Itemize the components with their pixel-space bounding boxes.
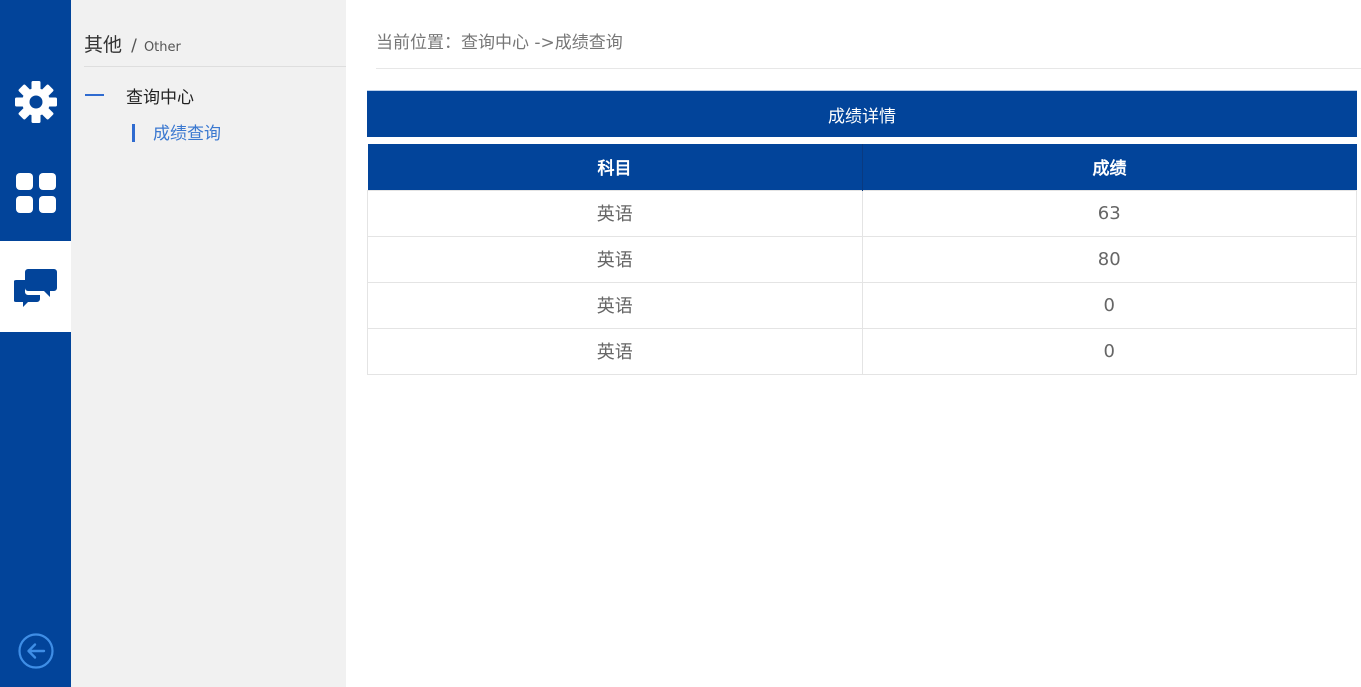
cell-score: 0 — [861, 281, 1357, 329]
back-button[interactable] — [0, 633, 71, 673]
sidebar-header: 其他 / Other — [84, 30, 346, 67]
icon-rail — [0, 0, 71, 687]
sidebar-subtitle: Other — [143, 40, 181, 55]
sidebar-group-query-center[interactable]: 查询中心 — [85, 82, 335, 108]
table-header-row: 科目 成绩 — [367, 144, 1357, 190]
column-header-subject: 科目 — [367, 144, 863, 190]
panel-title: 成绩详情 — [367, 90, 1357, 137]
sidebar-item-label: 成绩查询 — [153, 123, 221, 144]
cell-subject: 英语 — [367, 281, 863, 329]
cell-score: 80 — [861, 235, 1357, 283]
rail-item-apps[interactable] — [0, 147, 71, 238]
cell-subject: 英语 — [367, 327, 863, 375]
back-arrow-icon — [17, 632, 55, 674]
sidebar-title-separator: / — [131, 36, 137, 56]
rail-item-settings[interactable] — [0, 56, 71, 147]
sidebar-group-label: 查询中心 — [126, 87, 194, 108]
cell-score: 0 — [861, 327, 1357, 375]
column-header-score: 成绩 — [862, 144, 1357, 190]
table-row: 英语 80 — [367, 235, 1357, 283]
chat-icon — [13, 265, 58, 309]
secondary-sidebar: 其他 / Other 查询中心 成绩查询 — [71, 0, 346, 687]
grades-table: 科目 成绩 英语 63 英语 80 英语 0 英语 0 — [367, 144, 1357, 375]
breadcrumb: 当前位置：查询中心 ->成绩查询 — [376, 28, 1361, 69]
minus-icon — [85, 94, 104, 96]
cell-subject: 英语 — [367, 235, 863, 283]
table-row: 英语 63 — [367, 189, 1357, 237]
rail-item-messages[interactable] — [0, 241, 71, 332]
sidebar-title: 其他 — [84, 34, 123, 56]
table-row: 英语 0 — [367, 281, 1357, 329]
gear-icon — [14, 80, 58, 124]
grid-icon — [14, 171, 58, 215]
cell-subject: 英语 — [367, 189, 863, 237]
active-indicator — [132, 124, 135, 142]
sidebar-item-grade-query[interactable]: 成绩查询 — [132, 118, 221, 144]
table-row: 英语 0 — [367, 327, 1357, 375]
cell-score: 63 — [861, 189, 1357, 237]
